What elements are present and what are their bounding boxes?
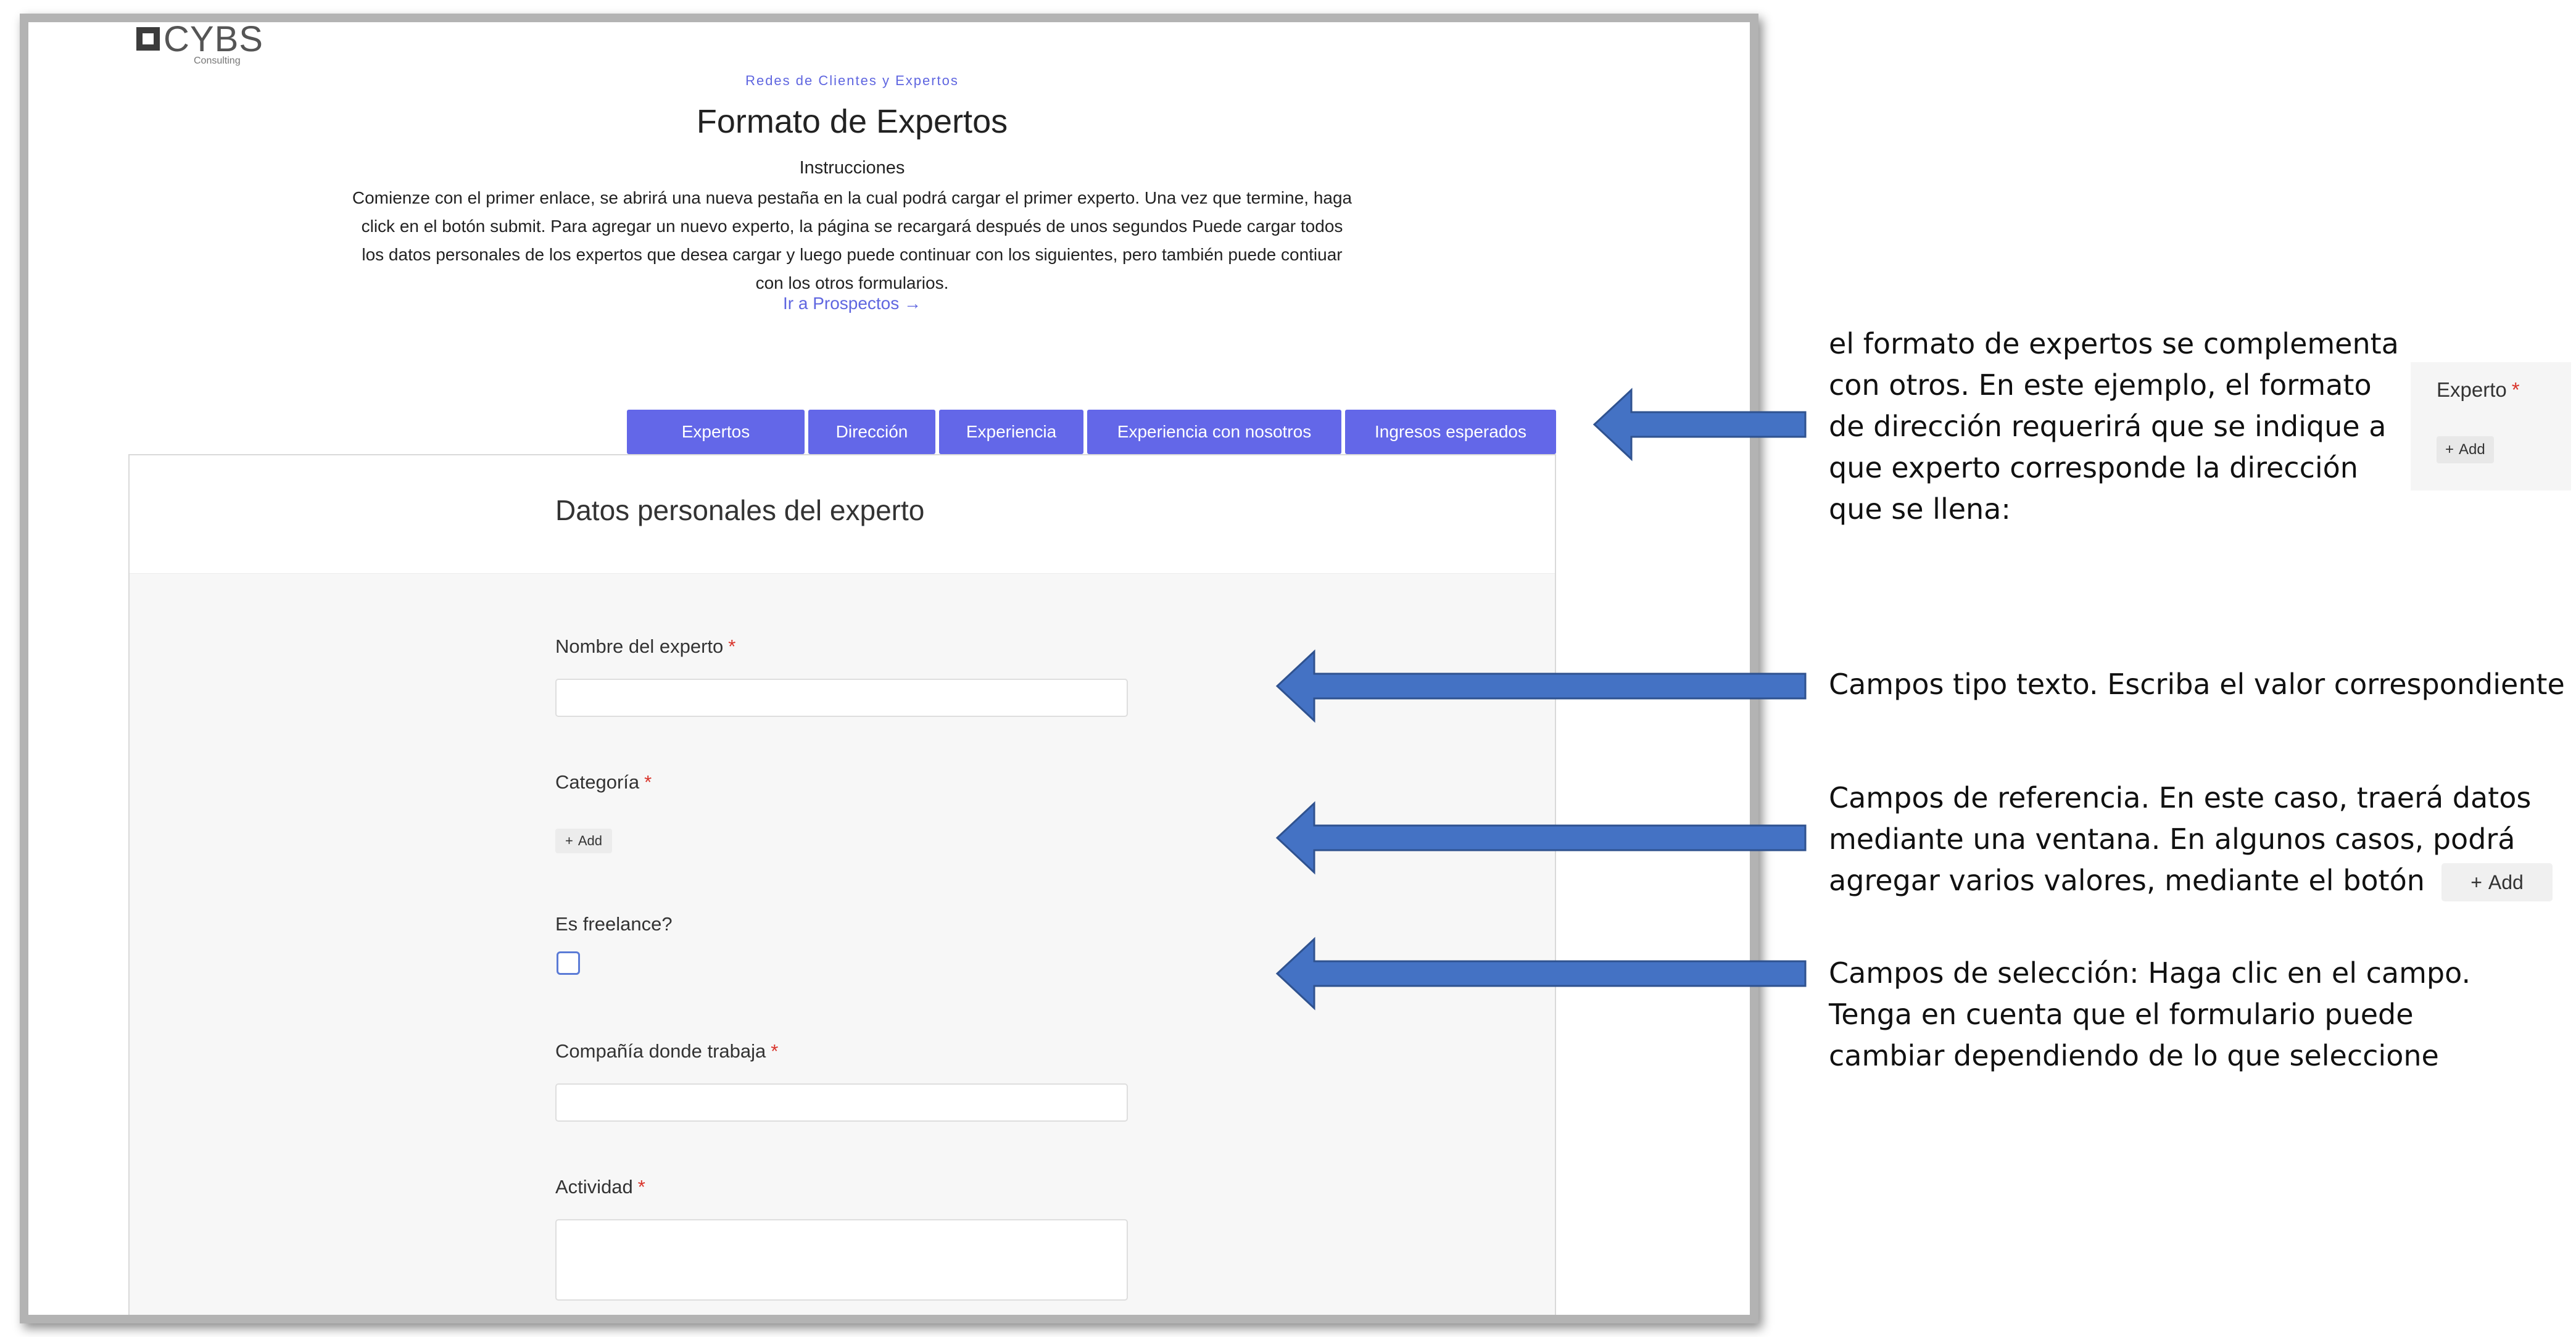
arrow-left-icon — [1275, 649, 1807, 723]
form-title: Datos personales del experto — [555, 494, 925, 526]
annotation-note-selection-fields: Campos de selección: Haga clic en el cam… — [1829, 956, 2471, 1072]
logo: CYBS — [136, 22, 263, 57]
logo-square-icon — [136, 27, 160, 51]
required-marker: * — [771, 1040, 779, 1062]
plus-icon: + — [565, 833, 573, 848]
add-label: Add — [578, 833, 603, 848]
experto-field-example: Experto * + Add — [2411, 362, 2571, 491]
instructions-heading: Instrucciones — [799, 158, 905, 178]
arrow-left-icon — [1275, 937, 1807, 1011]
required-marker: * — [728, 635, 736, 657]
categoria-label-text: Categoría — [555, 771, 640, 793]
logo-text: CYBS — [164, 19, 263, 59]
tab-ingresos-esperados[interactable]: Ingresos esperados — [1345, 410, 1556, 454]
experto-add-button[interactable]: + Add — [2437, 436, 2494, 463]
plus-icon: + — [2445, 441, 2454, 458]
add-label: Add — [2459, 441, 2485, 458]
logo-subtext: Consulting — [194, 56, 241, 66]
actividad-label: Actividad * — [555, 1176, 645, 1198]
required-marker: * — [2511, 378, 2520, 401]
form-header: Datos personales del experto — [130, 455, 1555, 574]
freelance-checkbox[interactable] — [557, 951, 580, 975]
nombre-input[interactable] — [555, 679, 1128, 717]
compania-label-text: Compañía donde trabaja — [555, 1040, 766, 1062]
categoria-add-button[interactable]: + Add — [555, 829, 613, 853]
annotation-note-formats: el formato de expertos se complementa co… — [1829, 327, 2399, 526]
experto-label: Experto * — [2437, 378, 2520, 402]
form-card: Datos personales del experto Nombre del … — [128, 454, 1556, 1315]
tab-direccion[interactable]: Dirección — [808, 410, 935, 454]
instructions-body: Comienze con el primer enlace, se abrirá… — [352, 188, 1352, 292]
categoria-label: Categoría * — [555, 771, 652, 793]
required-marker: * — [644, 771, 652, 793]
page-title: Formato de Expertos — [696, 103, 1008, 140]
compania-input[interactable] — [555, 1083, 1128, 1122]
actividad-label-text: Actividad — [555, 1176, 633, 1198]
page-subtitle: Redes de Clientes y Expertos — [745, 73, 959, 88]
arrow-left-icon — [1275, 801, 1807, 875]
tab-experiencia-con-nosotros[interactable]: Experiencia con nosotros — [1087, 410, 1341, 454]
tab-bar: Expertos Dirección Experiencia Experienc… — [627, 410, 1556, 454]
add-button-example[interactable]: + Add — [2441, 863, 2553, 901]
annotation-note-reference-fields: Campos de referencia. En este caso, trae… — [1829, 781, 2532, 897]
nombre-label-text: Nombre del experto — [555, 635, 724, 657]
add-label: Add — [2488, 871, 2524, 893]
experto-label-text: Experto — [2437, 378, 2507, 401]
freelance-label: Es freelance? — [555, 913, 673, 935]
actividad-textarea[interactable] — [555, 1219, 1128, 1301]
compania-label: Compañía donde trabaja * — [555, 1040, 778, 1062]
arrow-left-icon — [1592, 387, 1807, 462]
prospectos-link[interactable]: Ir a Prospectos → — [28, 294, 1676, 313]
freelance-label-text: Es freelance? — [555, 913, 673, 935]
annotation-note-text-fields: Campos tipo texto. Escriba el valor corr… — [1829, 668, 2565, 701]
nombre-label: Nombre del experto * — [555, 635, 735, 658]
required-marker: * — [637, 1176, 645, 1198]
plus-icon: + — [2470, 871, 2482, 893]
tab-experiencia[interactable]: Experiencia — [939, 410, 1083, 454]
tab-expertos[interactable]: Expertos — [627, 410, 805, 454]
